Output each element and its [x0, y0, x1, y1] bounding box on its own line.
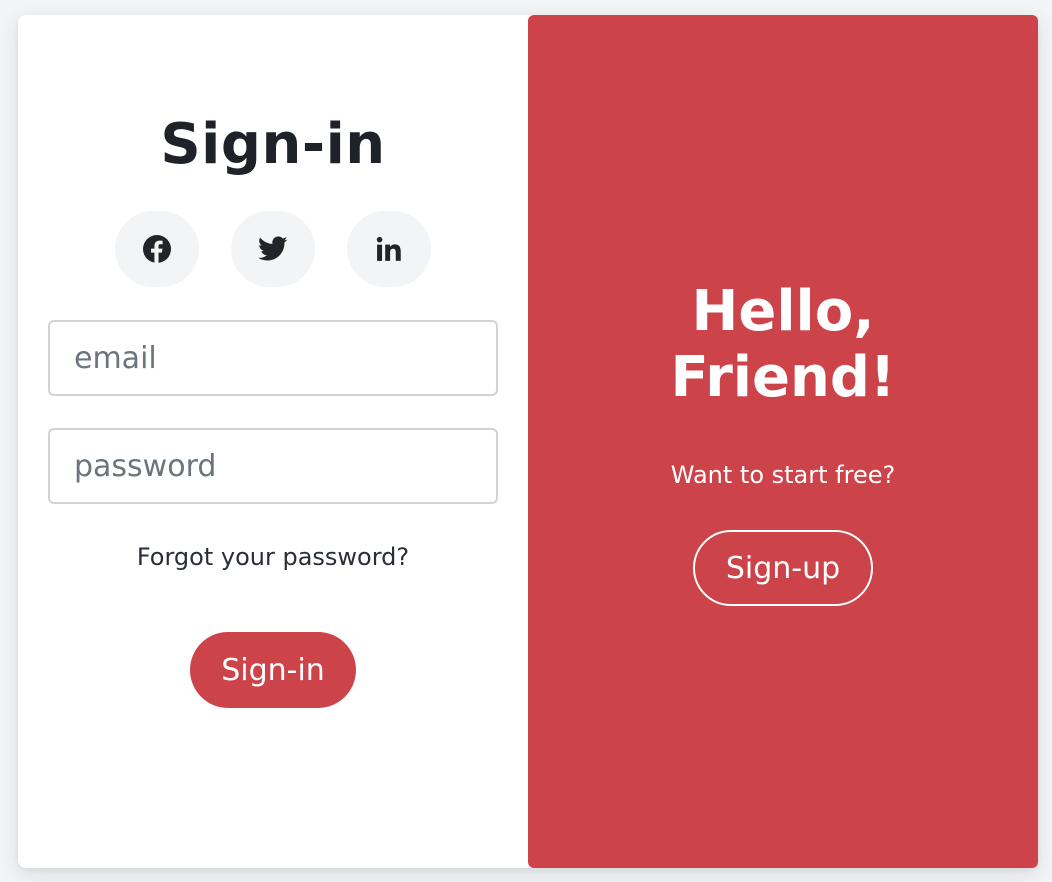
linkedin-login-button[interactable]	[347, 211, 431, 287]
sign-in-title: Sign-in	[160, 112, 386, 177]
sign-up-panel: Hello, Friend! Want to start free? Sign-…	[528, 15, 1038, 868]
sign-up-button[interactable]: Sign-up	[693, 530, 873, 606]
facebook-icon	[143, 235, 171, 263]
social-login-group	[115, 211, 431, 287]
auth-card: Sign-in For	[18, 15, 1038, 868]
welcome-heading: Hello, Friend!	[528, 279, 1038, 411]
sign-in-button[interactable]: Sign-in	[190, 632, 356, 708]
twitter-icon	[258, 236, 288, 261]
sign-up-tagline: Want to start free?	[670, 461, 896, 489]
email-input[interactable]	[48, 320, 498, 396]
forgot-password-link[interactable]: Forgot your password?	[18, 543, 528, 571]
twitter-login-button[interactable]	[231, 211, 315, 287]
linkedin-icon	[376, 236, 401, 261]
facebook-login-button[interactable]	[115, 211, 199, 287]
welcome-heading-line1: Hello,	[691, 279, 875, 344]
welcome-heading-line2: Friend!	[670, 345, 896, 410]
password-input[interactable]	[48, 428, 498, 504]
sign-in-panel: Sign-in For	[18, 15, 528, 868]
